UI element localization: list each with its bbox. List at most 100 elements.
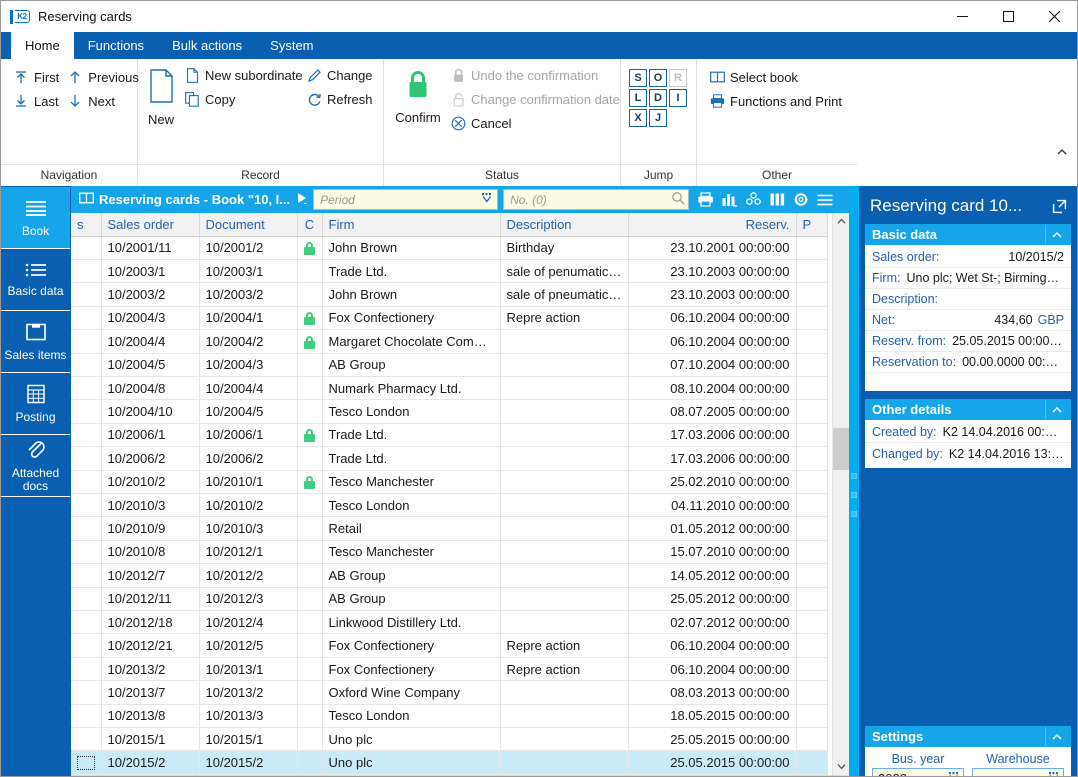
jump-key-i[interactable]: I — [669, 89, 687, 107]
table-row[interactable]: 10/2006/2 10/2006/2 Trade Ltd. 17.03.2006 0… — [71, 446, 828, 471]
tab-functions[interactable]: Functions — [74, 32, 158, 59]
column-header-p[interactable]: P — [796, 213, 828, 237]
ribbon-collapse-button[interactable] — [1051, 141, 1073, 161]
table-row[interactable]: 10/2013/7 10/2013/2 Oxford Wine Company 08.… — [71, 680, 828, 705]
splitter-grip[interactable] — [851, 472, 857, 517]
chevron-up-icon[interactable] — [1045, 225, 1067, 244]
row-selector-cell[interactable] — [71, 633, 102, 658]
copy-button[interactable]: Copy — [180, 87, 302, 111]
scrollbar-thumb[interactable] — [832, 428, 849, 470]
bar-chart-icon[interactable] — [718, 189, 740, 211]
table-row[interactable]: 10/2004/3 10/2004/1 Fox Confectionery Repre… — [71, 306, 828, 331]
row-selector-cell[interactable] — [71, 306, 102, 331]
card-other-details-header[interactable]: Other details — [865, 399, 1071, 420]
magnifier-icon[interactable] — [671, 191, 685, 208]
column-header-sales-order[interactable]: Sales order — [101, 213, 200, 237]
table-row[interactable]: 10/2012/18 10/2012/4 Linkwood Distillery L… — [71, 610, 828, 635]
tab-home[interactable]: Home — [11, 32, 74, 59]
row-selector-cell[interactable] — [71, 423, 102, 448]
row-selector-cell[interactable] — [71, 399, 102, 424]
panel-splitter[interactable] — [849, 186, 859, 776]
new-button[interactable]: New — [146, 63, 176, 127]
table-row[interactable]: 10/2004/10 10/2004/5 Tesco London 08.07.200… — [71, 399, 828, 424]
maximize-button[interactable] — [985, 1, 1031, 32]
row-selector-cell[interactable] — [71, 470, 102, 494]
confirm-button[interactable]: Confirm — [392, 63, 444, 125]
change-confirmation-date-button[interactable]: Change confirmation date — [446, 87, 620, 111]
close-button[interactable] — [1031, 1, 1077, 32]
row-selector-cell[interactable] — [71, 680, 102, 705]
row-selector-cell[interactable] — [71, 259, 102, 284]
table-row[interactable]: 10/2004/8 10/2004/4 Numark Pharmacy Ltd. 08… — [71, 376, 828, 401]
table-row[interactable]: 10/2001/11 10/2001/2 John Brown Birthday 23.… — [71, 236, 828, 260]
calendar-dropdown-icon[interactable] — [480, 192, 494, 207]
chevron-up-icon[interactable] — [1045, 400, 1067, 419]
scrollbar-track[interactable] — [832, 230, 849, 758]
table-row[interactable]: 10/2004/5 10/2004/3 AB Group 07.10.2004 00:… — [71, 353, 828, 377]
row-selector-cell[interactable] — [71, 540, 102, 565]
row-selector-cell[interactable] — [71, 704, 102, 729]
row-selector-cell[interactable] — [71, 657, 102, 682]
bus-year-select[interactable]: 2022 — [872, 768, 964, 776]
table-row[interactable]: 10/2013/8 10/2013/3 Tesco London 18.05.2015… — [71, 704, 828, 729]
new-subordinate-button[interactable]: New subordinate — [180, 63, 303, 87]
column-header-document[interactable]: Document — [199, 213, 298, 237]
row-selector-cell[interactable] — [71, 329, 102, 354]
functions-and-print-button[interactable]: Functions and Print — [705, 89, 849, 113]
table-row[interactable]: 10/2015/1 10/2015/1 Uno plc 25.05.2015 00:0… — [71, 727, 828, 752]
jump-key-o[interactable]: O — [649, 69, 667, 87]
table-row[interactable]: 10/2006/1 10/2006/1 Trade Ltd. 17.03.2006 0… — [71, 423, 828, 448]
jump-key-s[interactable]: S — [629, 69, 647, 87]
change-button[interactable]: Change — [302, 63, 377, 87]
undo-confirmation-button[interactable]: Undo the confirmation — [446, 63, 612, 87]
hamburger-menu-icon[interactable] — [814, 189, 836, 211]
table-row[interactable]: 10/2012/21 10/2012/5 Fox Confectionery Repr… — [71, 633, 828, 658]
cancel-button[interactable]: Cancel — [446, 111, 612, 135]
row-selector-cell[interactable] — [71, 236, 102, 260]
column-header-s[interactable]: s — [71, 213, 102, 237]
table-row[interactable]: 10/2010/2 10/2010/1 Tesco Manchester 25.02.… — [71, 470, 828, 494]
printer-icon[interactable] — [694, 189, 716, 211]
row-selector-cell[interactable] — [71, 376, 102, 401]
gear-icon[interactable] — [790, 189, 812, 211]
row-selector-cell[interactable] — [71, 446, 102, 471]
column-header-description[interactable]: Description — [500, 213, 629, 237]
nav-next-button[interactable]: Next — [63, 89, 137, 113]
tab-bulk-actions[interactable]: Bulk actions — [158, 32, 256, 59]
table-row[interactable]: 10/2013/2 10/2013/1 Fox Confectionery Repre… — [71, 657, 828, 682]
row-selector-cell[interactable] — [71, 353, 102, 377]
table-row[interactable]: 10/2010/8 10/2012/1 Tesco Manchester 15.07.… — [71, 540, 828, 565]
scroll-up-button[interactable] — [832, 213, 849, 230]
jump-key-r[interactable]: R — [669, 69, 687, 87]
row-selector-cell[interactable] — [71, 516, 102, 541]
sidebar-item-book[interactable]: Book — [1, 187, 70, 249]
grid-book-dropdown-button[interactable] — [294, 191, 311, 208]
nav-last-button[interactable]: Last — [9, 89, 63, 113]
table-row[interactable]: 10/2010/3 10/2010/2 Tesco London 04.11.2010… — [71, 493, 828, 518]
row-selector-cell[interactable] — [71, 563, 102, 588]
sidebar-item-basic-data[interactable]: Basic data — [1, 249, 70, 311]
column-header-firm[interactable]: Firm — [322, 213, 501, 237]
jump-key-d[interactable]: D — [649, 89, 667, 107]
table-row[interactable]: 10/2015/2 10/2015/2 Uno plc 25.05.2015 00:0… — [71, 750, 828, 775]
chevron-up-icon[interactable] — [1045, 727, 1067, 746]
table-row[interactable]: 10/2012/11 10/2012/3 AB Group 25.05.2012 00… — [71, 587, 828, 612]
period-filter-input[interactable]: Period — [313, 189, 499, 210]
row-selector-cell[interactable] — [71, 750, 102, 775]
nav-previous-button[interactable]: Previous — [63, 65, 139, 89]
card-settings-header[interactable]: Settings — [865, 726, 1071, 747]
sidebar-item-posting[interactable]: Posting — [1, 373, 70, 435]
select-book-button[interactable]: Select book — [705, 65, 849, 89]
scroll-down-button[interactable] — [832, 758, 849, 775]
caret-down-icon[interactable] — [947, 771, 961, 776]
number-search-input[interactable]: No. (0) — [503, 189, 690, 210]
column-header-c[interactable]: C — [297, 213, 323, 237]
table-row[interactable]: 10/2003/2 10/2003/2 John Brown sale of pneu… — [71, 282, 828, 307]
row-selector-cell[interactable] — [71, 610, 102, 635]
row-selector-cell[interactable] — [71, 282, 102, 307]
columns-icon[interactable] — [766, 189, 788, 211]
grid-vertical-scrollbar[interactable] — [832, 213, 849, 775]
nav-first-button[interactable]: First — [9, 65, 63, 89]
jump-key-l[interactable]: L — [629, 89, 647, 107]
table-row[interactable]: 10/2012/7 10/2012/2 AB Group 14.05.2012 00:… — [71, 563, 828, 588]
